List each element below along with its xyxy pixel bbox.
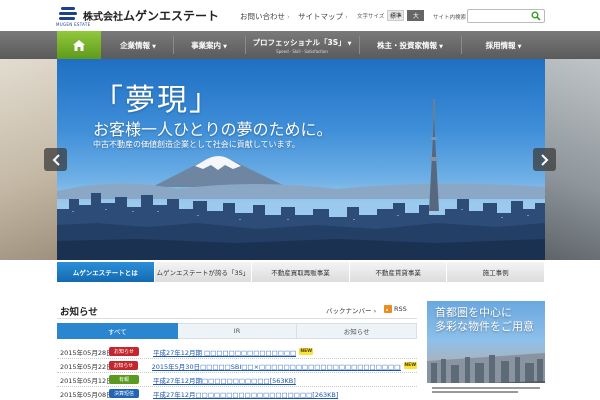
chevron-right-icon: › [287,12,290,21]
news-tab-ir[interactable]: IR [177,323,298,339]
font-size-label: 文字サイズ [357,13,385,20]
banner-text: 首都圏を中心に 多彩な物件をご用意 [435,306,534,333]
chevron-right-icon: › [345,12,348,21]
nav-item-professional-3s[interactable]: プロフェッショナル「3S」 ▼ Speed · Skill · Satisfact… [246,31,358,59]
news-date: 2015年05月22日 [60,362,113,371]
news-category-badge: お知らせ [109,361,138,370]
news-item: 2015年05月12日 有報 平成27年12月期□□□□□□□□□□□[563KB] [57,373,417,387]
tab-resale-business[interactable]: 不動産買取再販事業 [252,262,350,282]
sitemap-link[interactable]: サイトマップ › [298,11,348,22]
chevron-down-icon: ▼ [347,40,352,47]
divider [57,318,417,319]
news-date: 2015年05月28日 [60,348,113,357]
news-item: 2015年05月28日 お知らせ 平成27年12月期 □□□□□□□□□□□□□□□… [57,345,417,359]
new-badge: NEW [403,362,417,369]
font-size-control: 文字サイズ 標準 大 [357,10,425,21]
nav-item-business[interactable]: 事業案内 ▼ [174,31,244,59]
nav-item-recruit[interactable]: 採用情報 ▼ [462,31,545,59]
site-header: 株式会社ムゲンエステート MUGEN ESTATE お問い合わせ › サイトマップ… [0,0,600,30]
news-category-badge: 決算短信 [109,389,139,398]
chevron-right-icon: › [373,307,377,315]
chevron-down-icon: ▼ [223,43,227,50]
chevron-left-icon [52,153,60,166]
font-size-standard-button[interactable]: 標準 [387,10,405,21]
news-title-link[interactable]: 平成27年12月期□□□□□□□□□□□[563KB] [153,375,296,385]
hero-carousel: 「夢現」 お客様一人ひとりの夢のために。 中古不動産の価値創造企業として社会に貢… [57,59,545,260]
font-size-large-button[interactable]: 大 [407,10,425,21]
logo-company-text: 株式会社ムゲンエステート [83,8,220,23]
news-date: 2015年05月08日 [60,390,113,399]
news-item: 2015年05月08日 決算短信 平成27年12月□□□□□□□□□□□□□□□□□… [57,387,417,400]
new-badge: NEW [299,348,314,355]
contact-link[interactable]: お問い合わせ › [240,11,290,22]
carousel-prev-button[interactable] [44,148,67,171]
carousel-tabs: ムゲンエステートとは ムゲンエステートが誇る「3S」 不動産買取再販事業 不動産… [57,262,545,282]
global-nav: 企業情報 ▼ 事業案内 ▼ プロフェッショナル「3S」 ▼ Speed · Skill… [0,31,600,59]
carousel-next-button[interactable] [533,148,556,171]
chevron-down-icon: ▼ [439,43,443,50]
banner-caption [427,383,545,400]
news-item: 2015年05月22日 お知らせ 2015年5月30日□□□□□SBI□□×□□□□… [57,359,417,373]
nav-item-investors[interactable]: 株主・投資家情報 ▼ [360,31,460,59]
news-tab-notice[interactable]: お知らせ [297,323,418,339]
news-category-badge: 有報 [109,375,139,384]
chevron-down-icon: ▼ [517,43,522,50]
news-title-link[interactable]: 2015年5月30日□□□□□SBI□□×□□□□□□□□□□□□□□□□□□□… [152,361,401,371]
news-filter-tabs: すべて IR お知らせ [57,323,418,339]
news-title-link[interactable]: 平成27年12月期 □□□□□□□□□□□□□□□ [153,347,296,357]
hero-subtitle: お客様一人ひとりの夢のために。 [93,120,333,139]
chevron-right-icon [540,153,548,166]
tab-case-studies[interactable]: 施工事例 [447,262,545,282]
back-numbers-link[interactable]: バックナンバー › [326,305,376,315]
news-title-link[interactable]: 平成27年12月□□□□□□□□□□□□□□□□□□□[263KB] [153,389,338,399]
chevron-down-icon: ▼ [152,43,156,50]
tab-3s[interactable]: ムゲンエステートが誇る「3S」 [154,262,253,282]
nav-item-3s-subtitle: Speed · Skill · Satisfaction [276,48,328,54]
news-section-title: お知らせ [60,307,98,318]
tab-about[interactable]: ムゲンエステートとは [57,262,155,282]
search-label: サイト内検索 [433,15,467,21]
nav-home-button[interactable] [57,31,101,59]
news-category-badge: お知らせ [109,347,139,356]
search-icon[interactable] [531,11,541,21]
news-date: 2015年05月12日 [60,376,113,385]
nav-item-company[interactable]: 企業情報 ▼ [104,31,172,59]
home-icon [73,39,85,51]
news-tab-all[interactable]: すべて [57,323,178,339]
logo-subtitle: MUGEN ESTATE [56,22,91,27]
rss-link[interactable]: RSS [384,305,407,313]
rss-icon [384,305,392,313]
hero-tagline: 中古不動産の価値創造企業として社会に貢献しています。 [93,140,300,149]
hero-title: 「夢現」 [93,83,221,118]
tab-rental-business[interactable]: 不動産賃貸事業 [349,262,448,282]
